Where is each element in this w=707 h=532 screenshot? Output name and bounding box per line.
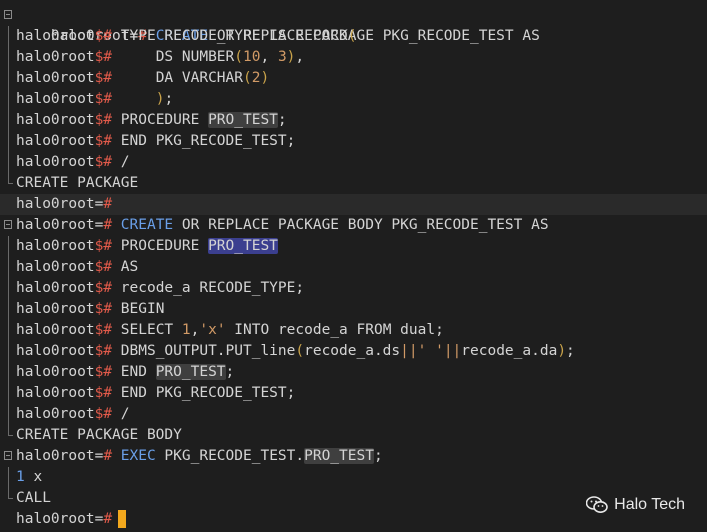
terminal-line: halo0root$# DS NUMBER(10, 3), [0, 47, 707, 68]
terminal-line: halo0root$# PROCEDURE PRO_TEST [0, 236, 707, 257]
terminal-line: halo0root$# BEGIN [0, 299, 707, 320]
terminal-line: halo0root$# recode_a RECODE_TYPE; [0, 278, 707, 299]
terminal-line: halo0root$# / [0, 404, 707, 425]
terminal-line: halo0root$# DBMS_OUTPUT.PUT_line(recode_… [0, 341, 707, 362]
terminal-line: halo0root$# DA VARCHAR(2) [0, 68, 707, 89]
text-cursor [118, 510, 127, 528]
watermark: Halo Tech [586, 496, 685, 514]
terminal-line: halo0root$# END PRO_TEST; [0, 362, 707, 383]
terminal-line: halo0root=# CREATE OR REPLACE PACKAGE BO… [0, 215, 707, 236]
terminal-line: halo0root$# PROCEDURE PRO_TEST; [0, 110, 707, 131]
terminal-line: halo0root=# [0, 194, 707, 215]
fold-toggle-icon[interactable] [2, 446, 14, 467]
terminal-line: halo0root=# CREATE OR REPLACE PACKAGE PK… [0, 5, 707, 44]
terminal-line: halo0root=# EXEC PKG_RECODE_TEST.PRO_TES… [0, 446, 707, 467]
terminal-line: halo0root$# AS [0, 257, 707, 278]
terminal-output-line: CREATE PACKAGE BODY [0, 425, 707, 446]
terminal-output-line: CREATE PACKAGE [0, 173, 707, 194]
wechat-icon [586, 496, 608, 513]
terminal-line: halo0root$# END PKG_RECODE_TEST; [0, 383, 707, 404]
terminal-output-line: 1 x [0, 467, 707, 488]
fold-toggle-icon[interactable] [2, 5, 14, 26]
watermark-text: Halo Tech [614, 496, 685, 513]
terminal-output[interactable]: halo0root=# CREATE OR REPLACE PACKAGE PK… [0, 5, 707, 530]
terminal-line: halo0root$# ); [0, 89, 707, 110]
terminal-line: halo0root$# END PKG_RECODE_TEST; [0, 131, 707, 152]
fold-toggle-icon[interactable] [2, 215, 14, 236]
terminal-line: halo0root$# / [0, 152, 707, 173]
terminal-line: halo0root$# SELECT 1,'x' INTO recode_a F… [0, 320, 707, 341]
terminal-line: halo0root$# TYPE RECODE_TYPE IS RECORD( [0, 26, 707, 47]
